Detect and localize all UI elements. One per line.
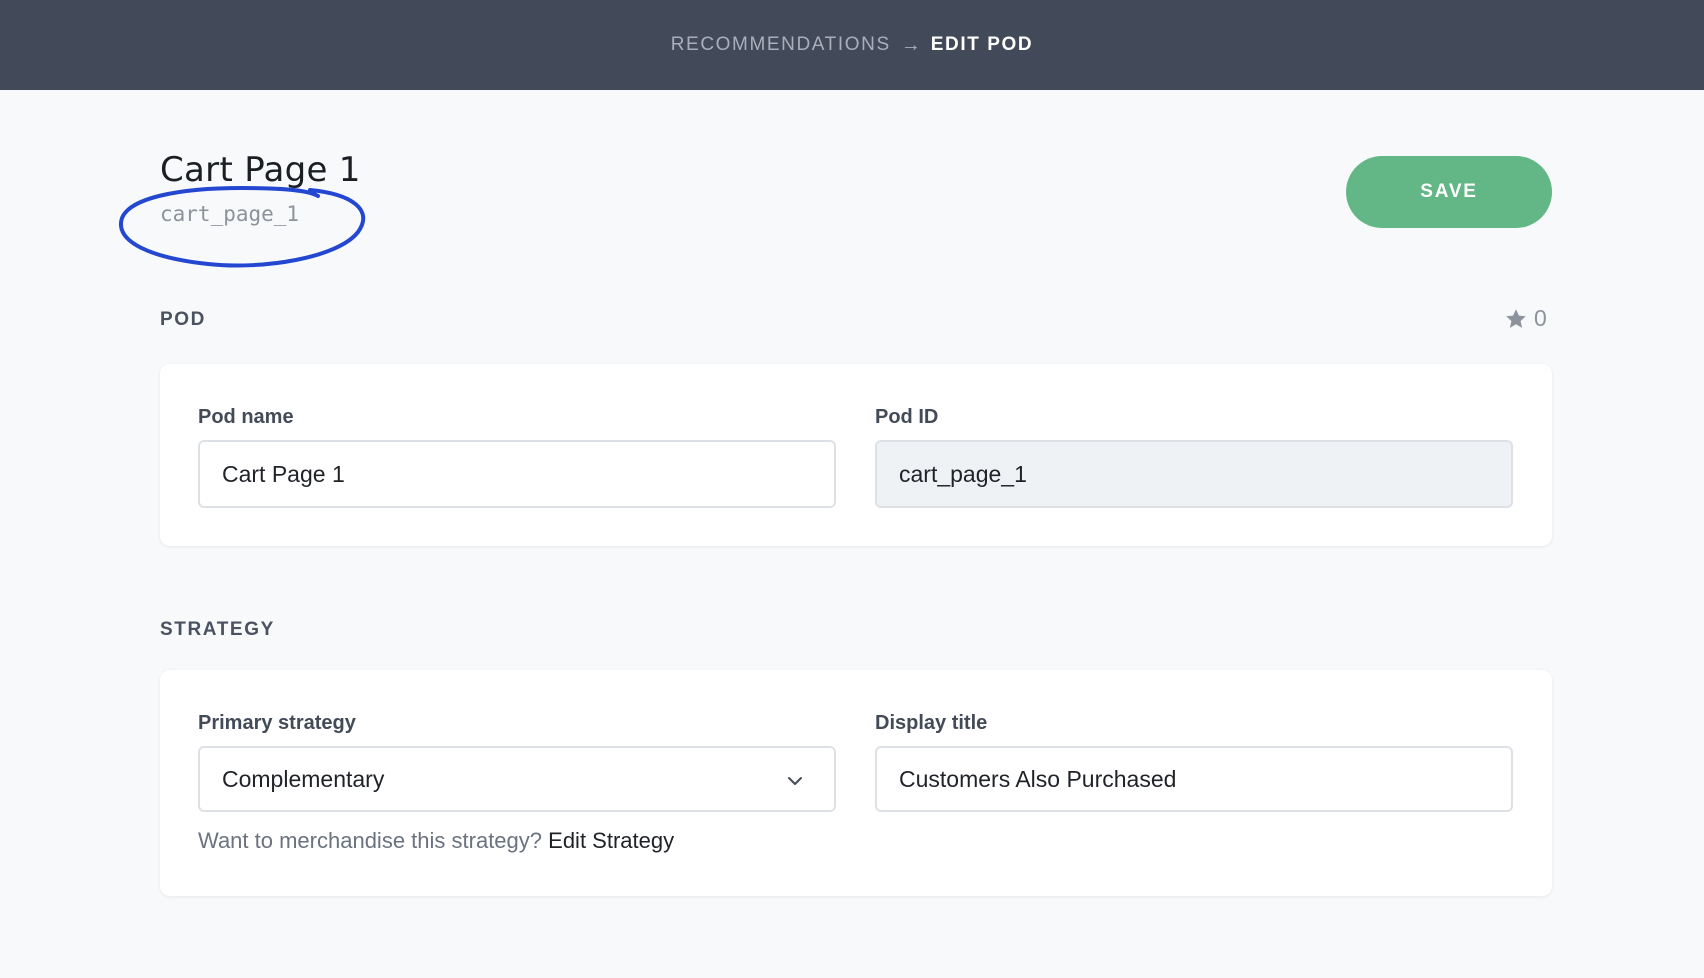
star-counter[interactable]: 0 xyxy=(1504,305,1547,332)
display-title-label: Display title xyxy=(875,712,988,734)
strategy-card: Primary strategy Complementary Display t… xyxy=(160,670,1552,896)
primary-strategy-select[interactable]: Complementary xyxy=(198,746,836,812)
pod-name-label: Pod name xyxy=(198,406,294,428)
pod-id-value: cart_page_1 xyxy=(899,460,1027,487)
helper-text: Want to merchandise this strategy? xyxy=(198,828,543,853)
star-count-value: 0 xyxy=(1534,305,1547,331)
pod-id-label: Pod ID xyxy=(875,406,939,428)
breadcrumb-recommendations[interactable]: RECOMMENDATIONS xyxy=(671,34,891,56)
breadcrumb-arrow: → xyxy=(900,33,921,56)
section-label-strategy: STRATEGY xyxy=(160,619,275,640)
star-icon xyxy=(1506,308,1526,328)
pod-id-input: cart_page_1 xyxy=(875,440,1513,508)
strategy-helper-text: Want to merchandise this strategy? Edit … xyxy=(198,828,674,854)
top-navigation-bar: RECOMMENDATIONS → EDIT POD xyxy=(0,0,1704,90)
pod-name-input[interactable]: Cart Page 1 xyxy=(198,440,836,508)
breadcrumb: RECOMMENDATIONS → EDIT POD xyxy=(671,34,1034,57)
primary-strategy-value: Complementary xyxy=(222,765,385,792)
save-button[interactable]: SAVE xyxy=(1346,156,1552,228)
page-title: Cart Page 1 xyxy=(160,150,361,190)
chevron-down-icon xyxy=(788,777,802,785)
breadcrumb-edit-pod: EDIT POD xyxy=(930,34,1034,55)
page-subtitle-pod-id: cart_page_1 xyxy=(160,202,300,226)
edit-strategy-link[interactable]: Edit Strategy xyxy=(548,828,674,853)
display-title-value: Customers Also Purchased xyxy=(899,765,1177,792)
pod-card: Pod name Cart Page 1 Pod ID cart_page_1 xyxy=(160,364,1552,546)
display-title-input[interactable]: Customers Also Purchased xyxy=(875,746,1513,812)
pod-name-value: Cart Page 1 xyxy=(222,460,345,487)
section-label-pod: POD xyxy=(160,309,206,330)
primary-strategy-label: Primary strategy xyxy=(198,712,356,734)
